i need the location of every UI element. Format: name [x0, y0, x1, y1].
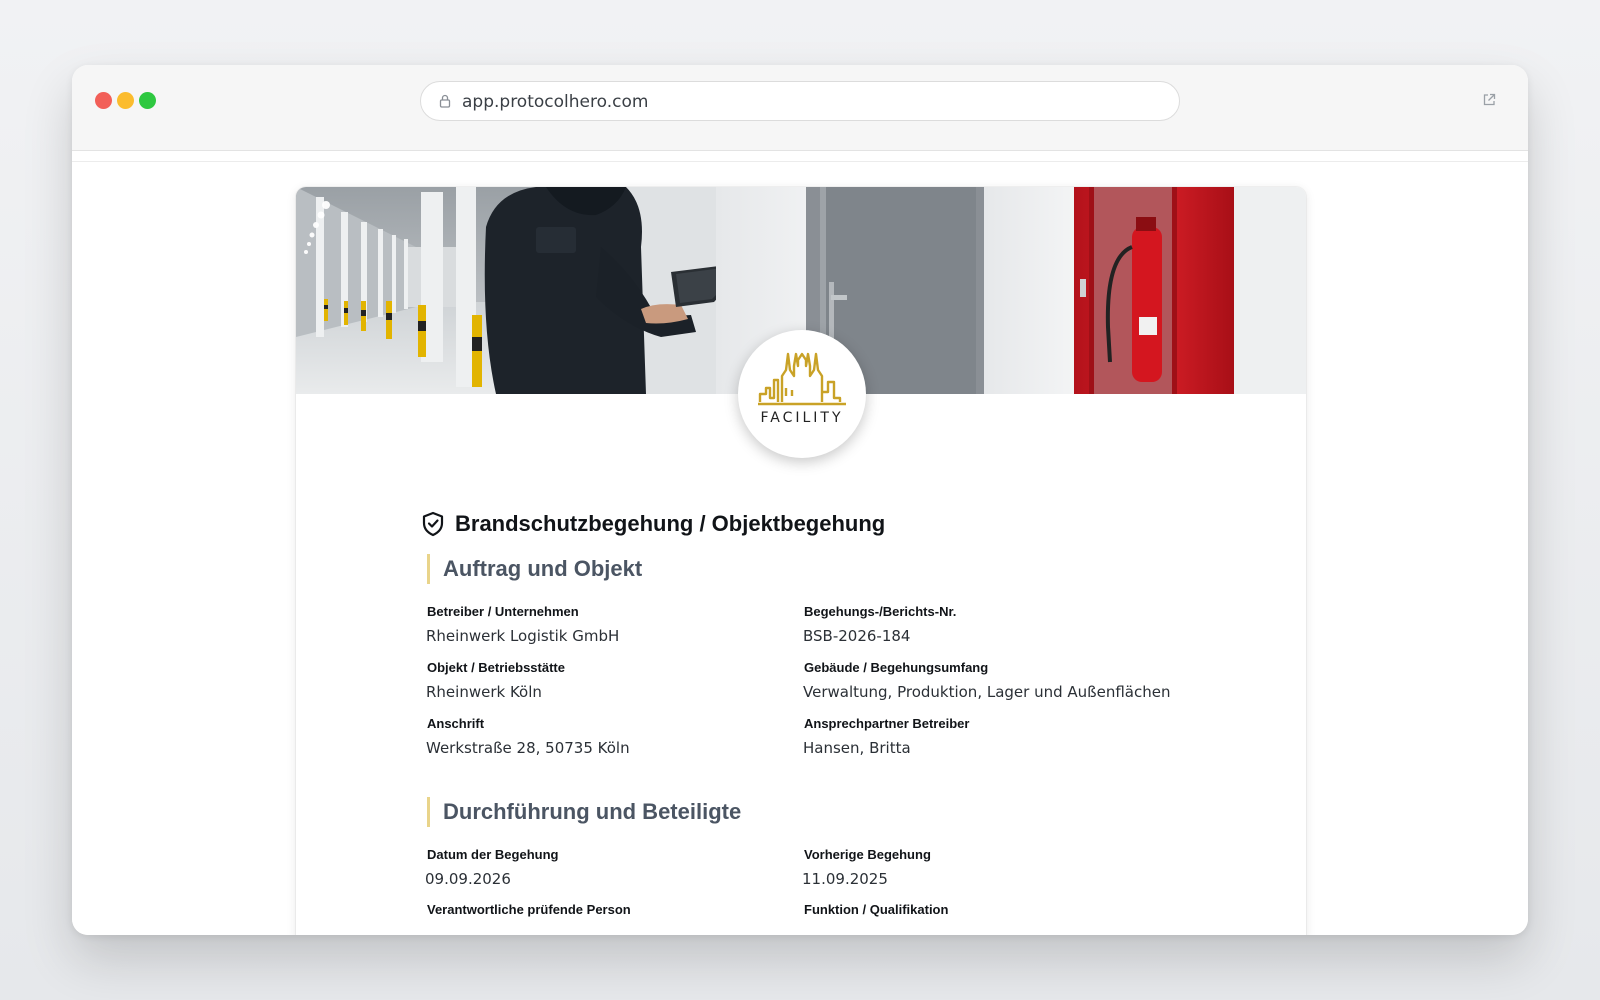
field-value-anschrift[interactable]: Werkstraße 28, 50735 Köln: [426, 739, 630, 757]
logo-wordmark: FACILITY: [760, 410, 844, 426]
protocol-card: FACILITY Brandschutzbegehung / Objektbeg…: [296, 187, 1306, 935]
open-external-icon[interactable]: [1482, 93, 1496, 107]
field-label-vorherige: Vorherige Begehung: [804, 847, 931, 862]
field-value-ansprechpartner[interactable]: Hansen, Britta: [803, 739, 911, 757]
close-window-button[interactable]: [95, 92, 112, 109]
browser-titlebar: app.protocolhero.com: [72, 65, 1528, 151]
address-bar[interactable]: app.protocolhero.com: [420, 81, 1180, 121]
field-label-anschrift: Anschrift: [427, 716, 485, 731]
field-label-berichtsnr: Begehungs-/Berichts-Nr.: [804, 604, 957, 619]
field-label-datum: Datum der Begehung: [427, 847, 559, 862]
field-label-funktion: Funktion / Qualifikation: [804, 902, 949, 917]
lock-icon: [439, 94, 451, 108]
skyline-logo-icon: [758, 352, 846, 406]
url-text: app.protocolhero.com: [462, 92, 649, 112]
field-value-gebaeude[interactable]: Verwaltung, Produktion, Lager und Außenf…: [803, 683, 1170, 701]
shield-check-icon: [422, 511, 444, 537]
field-value-datum[interactable]: 09.09.2026: [425, 870, 511, 888]
field-value-objekt[interactable]: Rheinwerk Köln: [426, 683, 542, 701]
field-label-betreiber: Betreiber / Unternehmen: [427, 604, 579, 619]
page-body: FACILITY Brandschutzbegehung / Objektbeg…: [72, 162, 1528, 935]
company-logo: FACILITY: [738, 330, 866, 458]
field-value-berichtsnr[interactable]: BSB-2026-184: [803, 627, 910, 645]
field-value-betreiber[interactable]: Rheinwerk Logistik GmbH: [426, 627, 619, 645]
field-label-ansprechpartner: Ansprechpartner Betreiber: [804, 716, 970, 731]
field-label-pruefende-person: Verantwortliche prüfende Person: [427, 902, 631, 917]
minimize-window-button[interactable]: [117, 92, 134, 109]
field-label-objekt: Objekt / Betriebsstätte: [427, 660, 565, 675]
document-title: Brandschutzbegehung / Objektbegehung: [455, 511, 886, 536]
section-heading-durchfuehrung: Durchführung und Beteiligte: [427, 797, 741, 827]
browser-window: app.protocolhero.com FACILITY Brandschut…: [72, 65, 1528, 935]
maximize-window-button[interactable]: [139, 92, 156, 109]
section-heading-auftrag: Auftrag und Objekt: [427, 554, 642, 584]
field-value-vorherige[interactable]: 11.09.2025: [802, 870, 888, 888]
field-label-gebaeude: Gebäude / Begehungsumfang: [804, 660, 989, 675]
